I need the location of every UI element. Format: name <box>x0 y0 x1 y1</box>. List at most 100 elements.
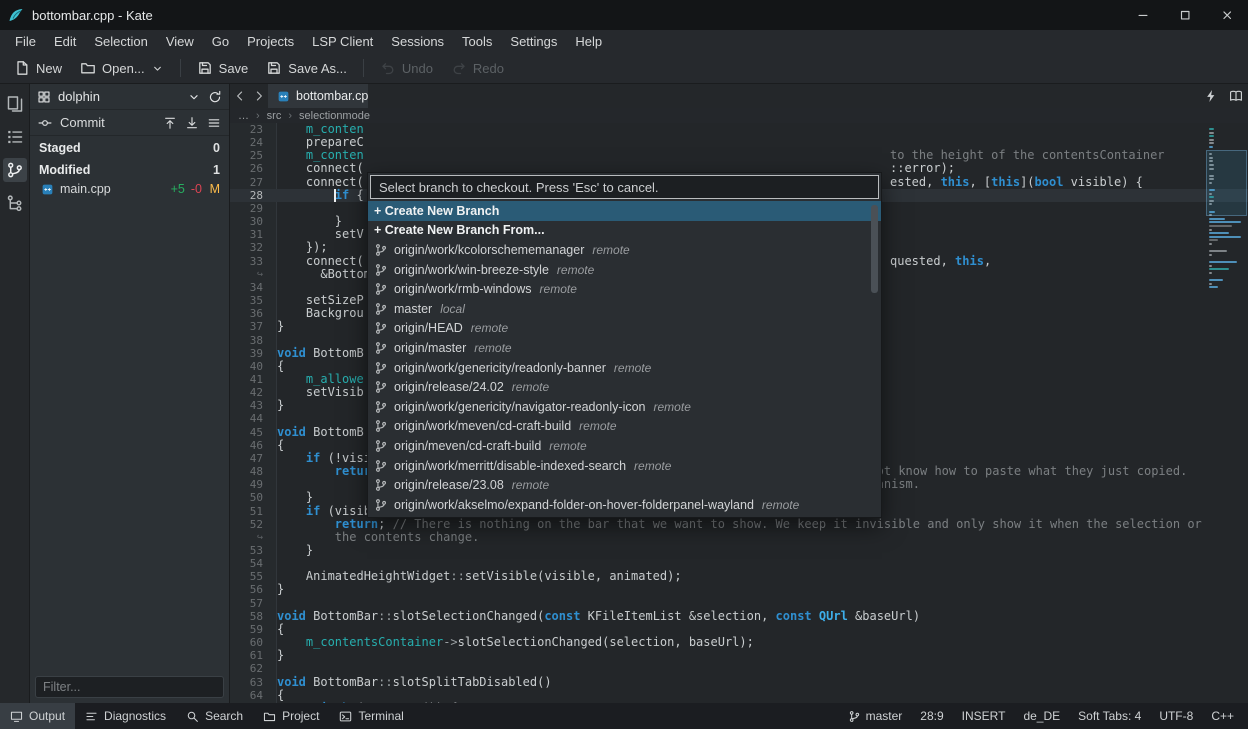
staged-section[interactable]: Staged 0 <box>30 138 229 158</box>
code-line[interactable]: ↪ the contents change. <box>230 531 1248 544</box>
code-line[interactable]: 56} <box>230 583 1248 596</box>
git-filter-input[interactable] <box>35 676 224 698</box>
tab-settings[interactable]: Soft Tabs: 4 <box>1078 709 1141 723</box>
branch-item[interactable]: origin/work/meven/cd-craft-buildremote <box>368 417 881 437</box>
code-token: :: <box>450 569 464 583</box>
code-line[interactable]: 55 AnimatedHeightWidget::setVisible(visi… <box>230 570 1248 583</box>
code-line[interactable]: 65 switch (contents()) { <box>230 702 1248 703</box>
keyboard-layout[interactable]: de_DE <box>1023 709 1060 723</box>
breadcrumb-item[interactable]: src <box>267 110 282 122</box>
branch-item[interactable]: origin/release/24.02remote <box>368 377 881 397</box>
code-line[interactable]: 60 m_contentsContainer->slotSelectionCha… <box>230 636 1248 649</box>
branch-item[interactable]: + Create New Branch From... <box>368 221 881 241</box>
branch-item[interactable]: origin/work/merritt/disable-indexed-sear… <box>368 456 881 476</box>
pull-icon[interactable] <box>185 116 199 130</box>
modified-section[interactable]: Modified 1 <box>30 160 229 180</box>
filesystem-tool-button[interactable] <box>3 191 27 215</box>
breadcrumb-item[interactable]: selectionmode <box>299 110 370 122</box>
branch-item[interactable]: origin/work/genericity/navigator-readonl… <box>368 397 881 417</box>
code-token: &baseUrl) <box>848 609 920 623</box>
popup-scrollbar-thumb[interactable] <box>871 205 878 293</box>
output-tab[interactable]: Output <box>0 703 75 729</box>
save-as-button[interactable]: Save As... <box>258 56 355 80</box>
branch-item[interactable]: origin/work/win-breeze-styleremote <box>368 260 881 280</box>
line-number: 38 <box>230 334 277 347</box>
commit-button[interactable]: Commit <box>60 115 105 130</box>
refresh-icon[interactable] <box>208 90 222 104</box>
code-line[interactable]: 63void BottomBar::slotSplitTabDisabled() <box>230 676 1248 689</box>
project-icon <box>263 710 276 723</box>
modified-file-row[interactable]: main.cpp +5 -0 M <box>30 180 229 198</box>
push-icon[interactable] <box>163 116 177 130</box>
tab-bottombar-cpp[interactable]: bottombar.cpp <box>268 84 368 108</box>
tree-icon <box>6 194 24 212</box>
menu-view[interactable]: View <box>157 32 203 51</box>
window-controls <box>1122 0 1248 30</box>
open-button[interactable]: Open... <box>72 56 172 80</box>
save-button[interactable]: Save <box>189 56 257 80</box>
code-line[interactable]: 61} <box>230 649 1248 662</box>
syntax-mode[interactable]: C++ <box>1211 709 1234 723</box>
terminal-tab[interactable]: Terminal <box>329 703 413 729</box>
branch-filter-input[interactable]: Select branch to checkout. Press 'Esc' t… <box>370 175 879 199</box>
menu-edit[interactable]: Edit <box>45 32 85 51</box>
branch-item[interactable]: origin/work/akselmo/expand-folder-on-hov… <box>368 495 881 515</box>
branch-item[interactable]: origin/HEADremote <box>368 319 881 339</box>
encoding[interactable]: UTF-8 <box>1159 709 1193 723</box>
branch-item[interactable]: origin/work/kcolorschememanagerremote <box>368 240 881 260</box>
branch-scope-label: remote <box>762 498 799 512</box>
code-line[interactable]: 58void BottomBar::slotSelectionChanged(c… <box>230 610 1248 623</box>
cpp-file-icon <box>277 90 290 103</box>
code-line[interactable]: 53 } <box>230 544 1248 557</box>
minimap[interactable] <box>1209 128 1245 703</box>
documents-tool-button[interactable] <box>3 92 27 116</box>
maximize-button[interactable] <box>1164 0 1206 30</box>
git-menu-icon[interactable] <box>207 116 221 130</box>
search-icon <box>186 710 199 723</box>
menu-help[interactable]: Help <box>566 32 611 51</box>
chevron-down-icon[interactable] <box>187 90 201 104</box>
code-token: if <box>306 504 320 518</box>
branch-item[interactable]: origin/release/23.08remote <box>368 475 881 495</box>
input-mode[interactable]: INSERT <box>962 709 1006 723</box>
line-number: 45 <box>230 426 277 439</box>
lightning-icon[interactable] <box>1204 89 1218 103</box>
back-button[interactable] <box>230 84 249 108</box>
menu-settings[interactable]: Settings <box>501 32 566 51</box>
forward-button[interactable] <box>249 84 268 108</box>
branch-item[interactable]: origin/work/rmb-windowsremote <box>368 279 881 299</box>
code-token: connect( <box>277 254 364 268</box>
code-line[interactable]: 25 m_contento the height of the contents… <box>230 149 1248 162</box>
git-branch-status[interactable]: master <box>848 709 903 723</box>
minimap-viewport[interactable] <box>1206 150 1247 216</box>
git-project-header[interactable]: dolphin <box>30 84 229 110</box>
menu-projects[interactable]: Projects <box>238 32 303 51</box>
branch-item[interactable]: origin/work/genericity/readonly-bannerre… <box>368 358 881 378</box>
branch-item[interactable]: + Create New Branch <box>368 201 881 221</box>
diagnostics-tab[interactable]: Diagnostics <box>75 703 176 729</box>
branch-item-label: + Create New Branch <box>374 204 499 218</box>
line-number: 55 <box>230 570 277 583</box>
menu-sessions[interactable]: Sessions <box>382 32 453 51</box>
branch-item[interactable]: origin/masterremote <box>368 338 881 358</box>
code-line[interactable]: 23 m_conten <box>230 123 1248 136</box>
menu-go[interactable]: Go <box>203 32 238 51</box>
branch-item[interactable]: masterlocal <box>368 299 881 319</box>
breadcrumb-item[interactable]: … <box>238 110 249 122</box>
code-token: ::error); <box>890 161 955 175</box>
menu-tools[interactable]: Tools <box>453 32 501 51</box>
cursor-position[interactable]: 28:9 <box>920 709 943 723</box>
close-button[interactable] <box>1206 0 1248 30</box>
search-tab[interactable]: Search <box>176 703 253 729</box>
code-line-text: m_conten <box>277 123 1248 136</box>
menu-file[interactable]: File <box>6 32 45 51</box>
project-tab[interactable]: Project <box>253 703 329 729</box>
minimize-button[interactable] <box>1122 0 1164 30</box>
menu-selection[interactable]: Selection <box>85 32 156 51</box>
split-view-icon[interactable] <box>1229 89 1243 103</box>
menu-lsp-client[interactable]: LSP Client <box>303 32 382 51</box>
symbols-tool-button[interactable] <box>3 125 27 149</box>
git-tool-button[interactable] <box>3 158 27 182</box>
new-button[interactable]: New <box>6 56 70 80</box>
branch-item[interactable]: origin/meven/cd-craft-buildremote <box>368 436 881 456</box>
